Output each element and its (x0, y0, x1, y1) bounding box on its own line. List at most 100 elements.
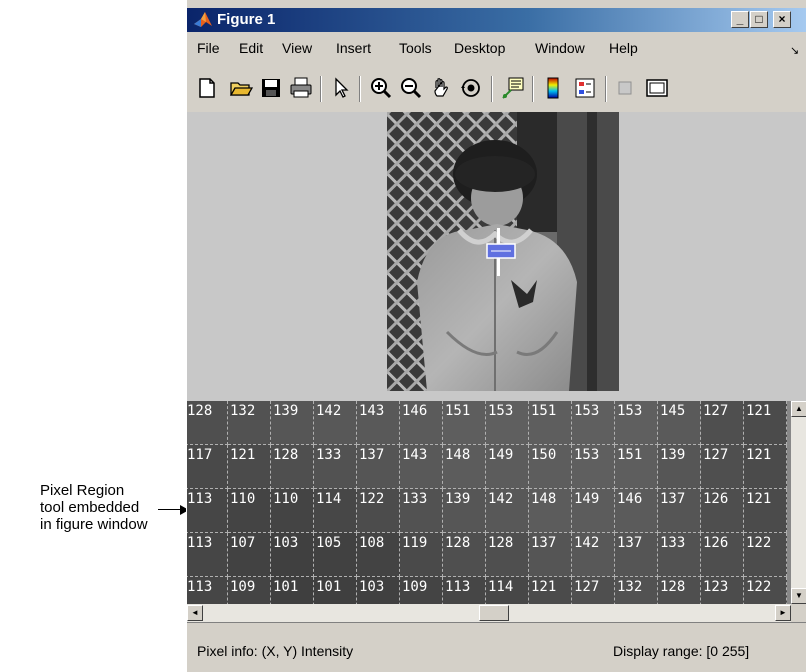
pixel-cell[interactable]: 151 (529, 401, 572, 445)
menu-help[interactable]: Help (609, 40, 638, 56)
close-button[interactable]: × (773, 11, 791, 28)
hide-plot-tools-icon[interactable] (613, 76, 637, 100)
pixel-cell[interactable]: 133 (658, 533, 701, 577)
pixel-cell[interactable]: 149 (572, 489, 615, 533)
pixel-cell[interactable]: 127 (701, 401, 744, 445)
pixel-cell[interactable]: 151 (443, 401, 486, 445)
window-title: Figure 1 (217, 11, 276, 28)
pixel-cell[interactable]: 128 (187, 401, 228, 445)
horizontal-scroll-thumb[interactable] (479, 605, 509, 621)
pixel-cell[interactable]: 153 (486, 401, 529, 445)
pixel-cell[interactable]: 108 (357, 533, 400, 577)
pan-hand-icon[interactable] (429, 76, 453, 100)
pixel-cell[interactable]: 139 (271, 401, 314, 445)
pixel-cell[interactable]: 150 (529, 445, 572, 489)
menu-insert[interactable]: Insert (336, 40, 371, 56)
pixel-cell[interactable]: 133 (314, 445, 357, 489)
pixel-cell[interactable]: 151 (615, 445, 658, 489)
pixel-cell[interactable]: 146 (400, 401, 443, 445)
pixel-cell[interactable]: 153 (615, 401, 658, 445)
scroll-up-button[interactable]: ▲ (791, 401, 806, 417)
pixel-cell[interactable]: 145 (658, 401, 701, 445)
show-plot-tools-icon[interactable] (645, 76, 669, 100)
menu-desktop[interactable]: Desktop (454, 40, 505, 56)
pixel-cell[interactable]: 113 (187, 489, 228, 533)
toolbar-separator (359, 76, 361, 102)
pixel-cell[interactable]: 103 (271, 533, 314, 577)
pixel-cell[interactable]: 143 (357, 401, 400, 445)
pixel-cell[interactable]: 153 (572, 401, 615, 445)
figure-axes-area[interactable] (187, 112, 806, 401)
open-file-icon[interactable] (229, 76, 253, 100)
pixel-cell[interactable]: 153 (572, 445, 615, 489)
pixel-cell[interactable]: 132 (228, 401, 271, 445)
pixel-cell[interactable]: 148 (529, 489, 572, 533)
pixel-region-grid[interactable]: 128 132 139 142 143 146 151 153 151 153 153 145 127 1… (187, 401, 791, 622)
menu-file[interactable]: File (197, 40, 220, 56)
pixel-cell[interactable]: 137 (529, 533, 572, 577)
menu-view[interactable]: View (282, 40, 312, 56)
pixel-cell[interactable]: 113 (187, 533, 228, 577)
pixel-cell[interactable]: 146 (615, 489, 658, 533)
toolbar-separator (320, 76, 322, 102)
maximize-button[interactable]: □ (750, 11, 768, 28)
scroll-down-button[interactable]: ▼ (791, 588, 806, 604)
pixel-cell[interactable]: 128 (443, 533, 486, 577)
insert-legend-icon[interactable] (573, 76, 597, 100)
dock-figure-icon[interactable]: ↘ (790, 44, 799, 57)
annotation-label: Pixel Region tool embedded in figure win… (40, 482, 158, 533)
pixel-cell[interactable]: 121 (228, 445, 271, 489)
pixel-cell[interactable]: 127 (701, 445, 744, 489)
menu-tools[interactable]: Tools (399, 40, 432, 56)
scroll-right-button[interactable]: ► (775, 605, 791, 621)
pixel-cell[interactable]: 126 (701, 489, 744, 533)
pixel-cell[interactable]: 137 (658, 489, 701, 533)
pixel-cell[interactable]: 114 (314, 489, 357, 533)
pixel-cell[interactable]: 148 (443, 445, 486, 489)
toolbar-separator (532, 76, 534, 102)
pixel-cell[interactable]: 121 (744, 489, 787, 533)
figure-window: Figure 1 _ □ × File Edit View Insert Too… (186, 0, 806, 672)
title-bar[interactable]: Figure 1 _ □ × (187, 8, 806, 32)
zoom-in-icon[interactable] (369, 76, 393, 100)
minimize-button[interactable]: _ (731, 11, 749, 28)
menu-window[interactable]: Window (535, 40, 585, 56)
print-icon[interactable] (289, 76, 313, 100)
grayscale-photo-image[interactable] (387, 112, 619, 391)
pixel-cell[interactable]: 139 (443, 489, 486, 533)
annotation-line-3: in figure window (40, 516, 148, 533)
insert-colorbar-icon[interactable] (541, 76, 565, 100)
pixel-cell[interactable]: 105 (314, 533, 357, 577)
pixel-cell[interactable]: 142 (572, 533, 615, 577)
pixel-cell[interactable]: 142 (486, 489, 529, 533)
pixel-cell[interactable]: 121 (744, 401, 787, 445)
pixel-cell[interactable]: 139 (658, 445, 701, 489)
pixel-cell[interactable]: 137 (615, 533, 658, 577)
pixel-cell[interactable]: 122 (357, 489, 400, 533)
pixel-cell[interactable]: 142 (314, 401, 357, 445)
pixel-cell[interactable]: 133 (400, 489, 443, 533)
pixel-cell[interactable]: 117 (187, 445, 228, 489)
scroll-left-button[interactable]: ◄ (187, 605, 203, 621)
pixel-cell[interactable]: 110 (271, 489, 314, 533)
save-icon[interactable] (259, 76, 283, 100)
pixel-cell[interactable]: 149 (486, 445, 529, 489)
new-figure-icon[interactable] (195, 76, 219, 100)
menu-edit[interactable]: Edit (239, 40, 263, 56)
data-cursor-icon[interactable] (501, 76, 525, 100)
horizontal-scrollbar[interactable]: ◄ ► (187, 604, 791, 622)
pixel-cell[interactable]: 126 (701, 533, 744, 577)
pixel-cell[interactable]: 107 (228, 533, 271, 577)
pixel-cell[interactable]: 143 (400, 445, 443, 489)
pixel-cell[interactable]: 128 (486, 533, 529, 577)
pixel-cell[interactable]: 110 (228, 489, 271, 533)
pixel-cell[interactable]: 128 (271, 445, 314, 489)
rotate-3d-icon[interactable] (459, 76, 483, 100)
vertical-scrollbar[interactable]: ▲ ▼ (791, 401, 806, 622)
pixel-cell[interactable]: 137 (357, 445, 400, 489)
pixel-cell[interactable]: 122 (744, 533, 787, 577)
pixel-cell[interactable]: 119 (400, 533, 443, 577)
zoom-out-icon[interactable] (399, 76, 423, 100)
pixel-cell[interactable]: 121 (744, 445, 787, 489)
pointer-icon[interactable] (329, 76, 353, 100)
